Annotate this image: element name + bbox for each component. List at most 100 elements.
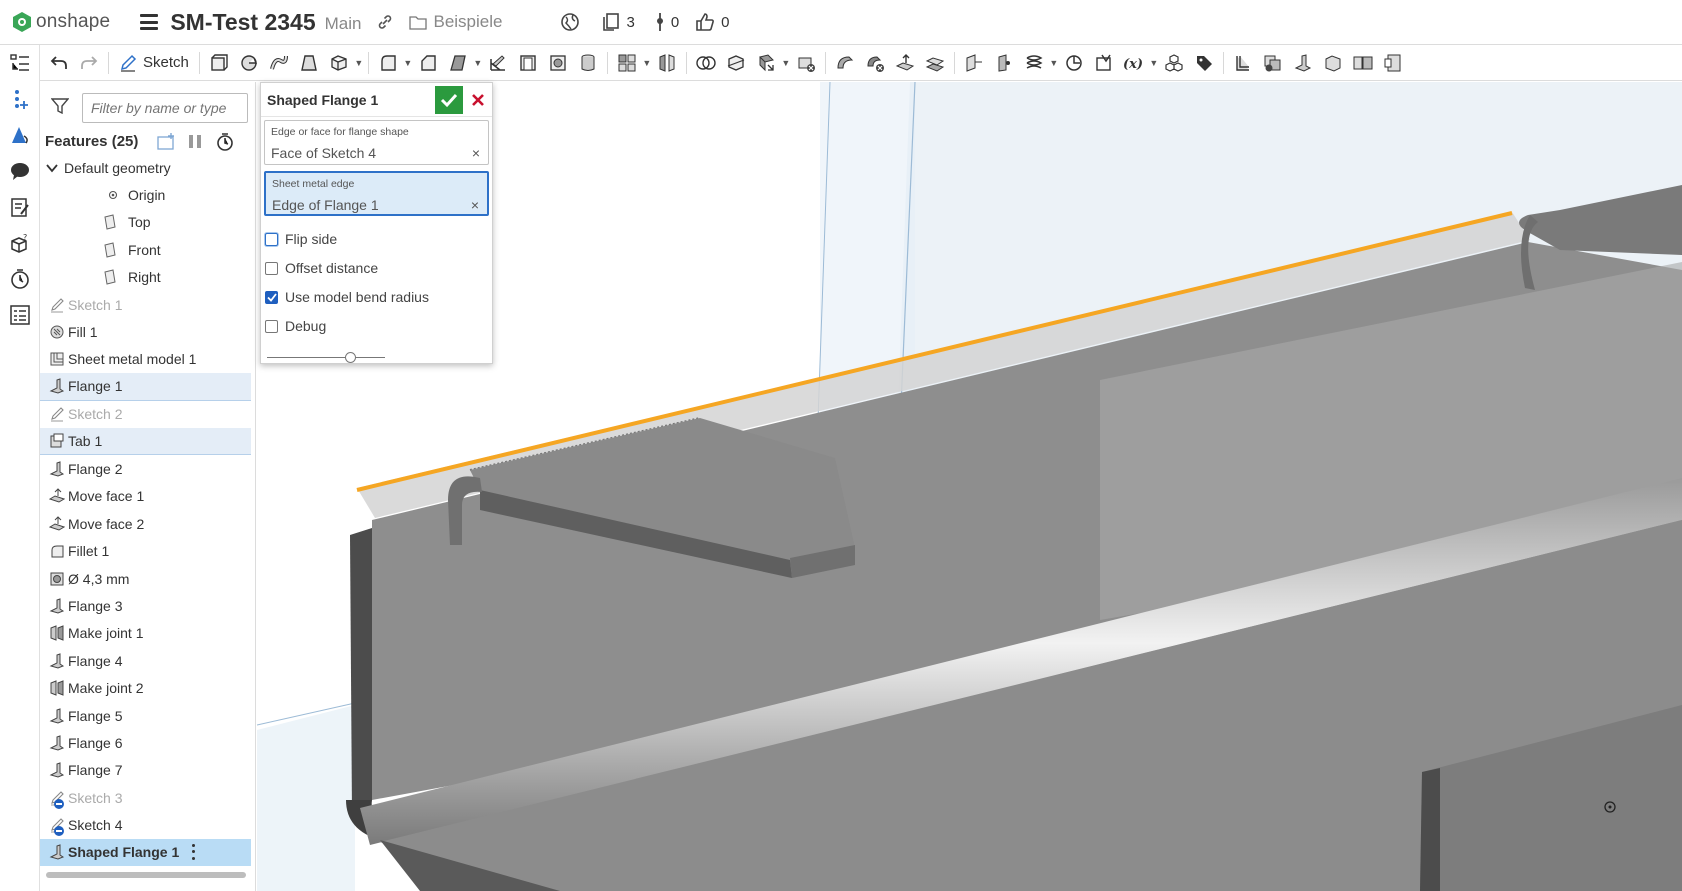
flip-side-checkbox[interactable]: Flip side <box>265 230 337 248</box>
variable-dropdown[interactable]: ▼ <box>1149 48 1159 78</box>
sketch-button[interactable]: Sketch <box>113 48 195 78</box>
draft-button[interactable] <box>443 48 473 78</box>
more-options-icon[interactable] <box>192 843 196 860</box>
pattern-dropdown[interactable]: ▼ <box>642 48 652 78</box>
transform-button[interactable] <box>751 48 781 78</box>
feature-item[interactable]: Flange 7 <box>40 757 251 784</box>
filter-input[interactable] <box>82 93 248 123</box>
feature-item[interactable]: Right <box>40 264 251 291</box>
branches-button[interactable]: 0 <box>655 12 679 32</box>
undo-button[interactable] <box>44 48 74 78</box>
feature-item[interactable]: Sketch 3 <box>40 784 251 811</box>
cancel-button[interactable] <box>467 86 489 114</box>
pause-icon[interactable] <box>187 132 203 150</box>
feature-item[interactable]: Default geometry <box>40 154 251 181</box>
fillet-button[interactable] <box>373 48 403 78</box>
feature-item[interactable]: Top <box>40 209 251 236</box>
feature-item[interactable]: Make joint 1 <box>40 620 251 647</box>
feature-list-icon[interactable] <box>9 52 31 74</box>
feature-item[interactable]: Fillet 1 <box>40 537 251 564</box>
pattern-button[interactable] <box>612 48 642 78</box>
feature-item[interactable]: Flange 2 <box>40 455 251 482</box>
fillet-dropdown[interactable]: ▼ <box>403 48 413 78</box>
feature-item[interactable]: Flange 1 <box>40 373 251 401</box>
offset-distance-checkbox[interactable]: Offset distance <box>265 259 378 277</box>
clear-flange-shape-button[interactable]: × <box>472 145 480 161</box>
main-menu-icon[interactable] <box>140 14 159 30</box>
onshape-logo[interactable]: onshape <box>12 11 110 33</box>
parts-help-icon[interactable]: ? <box>9 232 31 254</box>
helix-button[interactable] <box>1019 48 1049 78</box>
replace-face-button[interactable] <box>920 48 950 78</box>
link-icon[interactable] <box>377 14 393 30</box>
composite-part-button[interactable] <box>1159 48 1189 78</box>
add-folder-icon[interactable] <box>157 132 177 150</box>
debug-checkbox[interactable]: Debug <box>265 317 326 335</box>
chamfer-button[interactable] <box>413 48 443 78</box>
revolve-button[interactable] <box>234 48 264 78</box>
variable-button[interactable]: (x) <box>1119 48 1149 78</box>
versions-button[interactable]: 3 <box>602 12 635 32</box>
sheet-metal-edge-field[interactable]: Sheet metal edge Edge of Flange 1 × <box>264 171 489 216</box>
feature-item[interactable]: Flange 5 <box>40 702 251 729</box>
cylinder-button[interactable] <box>573 48 603 78</box>
feature-item[interactable]: Make joint 2 <box>40 674 251 701</box>
mate-connector-button[interactable] <box>989 48 1019 78</box>
tab-button[interactable] <box>1318 48 1348 78</box>
feature-item[interactable]: Shaped Flange 1 <box>40 838 251 867</box>
clear-sheet-metal-edge-button[interactable]: × <box>471 197 479 213</box>
like-button[interactable]: 0 <box>695 12 730 32</box>
feature-item[interactable]: Origin <box>40 181 251 208</box>
history-icon[interactable] <box>9 268 31 290</box>
measure-button[interactable] <box>1059 48 1089 78</box>
properties-icon[interactable] <box>9 196 31 218</box>
model-bend-radius-checkbox[interactable]: Use model bend radius <box>265 288 429 306</box>
mirror-button[interactable] <box>652 48 682 78</box>
feature-item[interactable]: Sketch 1 <box>40 291 251 318</box>
branch-name[interactable]: Main <box>325 14 362 34</box>
helix-dropdown[interactable]: ▼ <box>1049 48 1059 78</box>
sweep-button[interactable] <box>264 48 294 78</box>
folder-breadcrumb[interactable]: Beispiele <box>409 12 502 32</box>
thicken-dropdown[interactable]: ▼ <box>354 48 364 78</box>
feature-item[interactable]: Front <box>40 236 251 263</box>
offset-distance-box[interactable] <box>265 261 278 275</box>
rollback-timer-icon[interactable] <box>215 132 235 152</box>
modify-fillet-button[interactable] <box>830 48 860 78</box>
draft-dropdown[interactable]: ▼ <box>473 48 483 78</box>
redo-button[interactable] <box>74 48 104 78</box>
bend-button[interactable] <box>1348 48 1378 78</box>
tag-button[interactable] <box>1189 48 1219 78</box>
extrude-button[interactable] <box>204 48 234 78</box>
flat-view-button[interactable] <box>1378 48 1408 78</box>
add-feature-icon[interactable] <box>9 88 31 110</box>
feature-item[interactable]: Sheet metal model 1 <box>40 346 251 373</box>
comments-icon[interactable] <box>9 160 31 182</box>
delete-face-button[interactable] <box>860 48 890 78</box>
accept-button[interactable] <box>435 85 463 114</box>
flip-side-box[interactable] <box>265 232 278 246</box>
feature-panel-scrollbar[interactable] <box>46 872 246 878</box>
hole-button[interactable] <box>543 48 573 78</box>
feature-item[interactable]: Ø 4,3 mm <box>40 565 251 592</box>
chevron-down-icon[interactable] <box>44 160 60 176</box>
feature-item[interactable]: Flange 4 <box>40 647 251 674</box>
plane-button[interactable] <box>959 48 989 78</box>
feature-item[interactable]: Sketch 2 <box>40 401 251 428</box>
model-bend-radius-box[interactable] <box>265 290 278 304</box>
thicken-button[interactable] <box>324 48 354 78</box>
variable-table-icon[interactable] <box>9 304 31 326</box>
filter-icon[interactable] <box>51 98 69 114</box>
flange-button[interactable] <box>1288 48 1318 78</box>
feature-item[interactable]: Move face 2 <box>40 510 251 537</box>
feature-item[interactable]: Flange 6 <box>40 729 251 756</box>
globe-icon[interactable] <box>560 12 580 32</box>
rib-button[interactable] <box>483 48 513 78</box>
shell-button[interactable] <box>513 48 543 78</box>
slider-handle[interactable] <box>344 352 356 363</box>
feature-item[interactable]: Move face 1 <box>40 483 251 510</box>
move-face-button[interactable] <box>890 48 920 78</box>
loft-button[interactable] <box>294 48 324 78</box>
dialog-slider[interactable] <box>267 352 385 364</box>
document-title[interactable]: SM-Test 2345 <box>170 9 315 36</box>
